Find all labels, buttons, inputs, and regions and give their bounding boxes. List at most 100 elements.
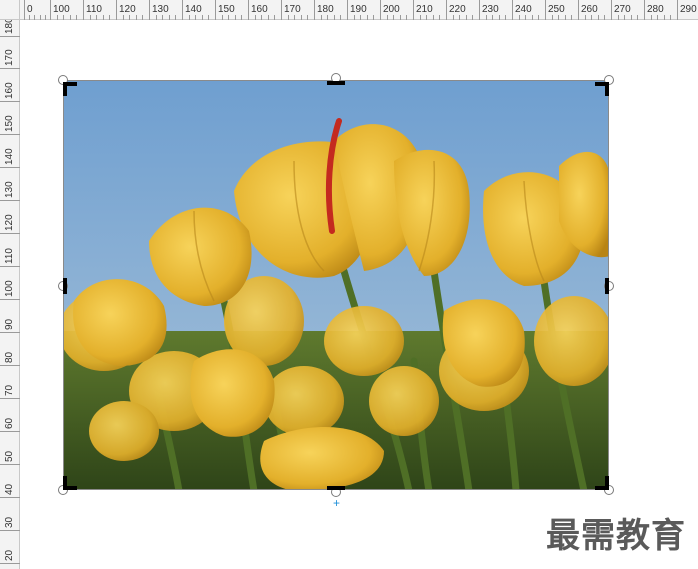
ruler-tick — [116, 0, 117, 20]
ruler-minor-tick — [637, 15, 639, 20]
ruler-minor-tick — [432, 15, 434, 20]
ruler-label: 180 — [317, 4, 334, 15]
ruler-minor-tick — [459, 15, 461, 20]
ruler-tick — [479, 0, 480, 20]
ruler-minor-tick — [340, 15, 342, 20]
ruler-corner — [0, 0, 20, 20]
ruler-minor-tick — [360, 15, 362, 20]
ruler-minor-tick — [373, 15, 375, 20]
move-cross-icon[interactable]: + — [333, 497, 340, 509]
ruler-minor-tick — [56, 15, 58, 20]
ruler-label: 270 — [614, 4, 631, 15]
crop-handle-left[interactable] — [63, 278, 67, 294]
ruler-label: 120 — [119, 4, 136, 15]
ruler-minor-tick — [604, 15, 606, 20]
ruler-minor-tick — [564, 15, 566, 20]
horizontal-ruler[interactable]: 0 100 110 120 130 140 150 160 170 180 190 200 210 220… — [0, 0, 698, 20]
ruler-minor-tick — [96, 15, 98, 20]
ruler-minor-tick — [254, 15, 256, 20]
ruler-tick — [314, 0, 315, 20]
ruler-label: 160 — [4, 82, 15, 99]
ruler-label: 110 — [86, 4, 102, 15]
crop-handle-bottom[interactable] — [327, 486, 345, 490]
ruler-minor-tick — [617, 15, 619, 20]
crop-handle-top-left[interactable] — [63, 82, 77, 96]
ruler-minor-tick — [399, 15, 401, 20]
ruler-minor-tick — [102, 15, 104, 20]
ruler-minor-tick — [195, 15, 197, 20]
ruler-minor-tick — [208, 15, 210, 20]
ruler-label: 240 — [515, 4, 532, 15]
ruler-label: 80 — [4, 351, 15, 363]
ruler-label: 90 — [4, 318, 15, 330]
ruler-label: 40 — [4, 483, 15, 495]
ruler-label: 290 — [680, 4, 697, 15]
ruler-label: 130 — [4, 181, 15, 198]
ruler-tick — [446, 0, 447, 20]
ruler-minor-tick — [267, 15, 269, 20]
ruler-minor-tick — [135, 15, 137, 20]
ruler-label: 200 — [383, 4, 400, 15]
ruler-minor-tick — [300, 15, 302, 20]
ruler-minor-tick — [525, 15, 527, 20]
ruler-minor-tick — [201, 15, 203, 20]
ruler-label: 140 — [185, 4, 202, 15]
ruler-minor-tick — [406, 15, 408, 20]
ruler-minor-tick — [168, 15, 170, 20]
ruler-minor-tick — [650, 15, 652, 20]
ruler-tick — [215, 0, 216, 20]
ruler-minor-tick — [155, 15, 157, 20]
ruler-minor-tick — [320, 15, 322, 20]
ruler-label: 30 — [4, 516, 15, 528]
ruler-minor-tick — [426, 15, 428, 20]
ruler-minor-tick — [228, 15, 230, 20]
ruler-minor-tick — [518, 15, 520, 20]
vertical-ruler[interactable]: 180 170 160 150 140 130 120 110 100 90 80 70 60 50 40 3… — [0, 0, 20, 569]
ruler-tick — [0, 563, 20, 564]
ruler-tick — [611, 0, 612, 20]
ruler-minor-tick — [663, 15, 665, 20]
ruler-tick — [182, 0, 183, 20]
ruler-minor-tick — [89, 15, 91, 20]
ruler-minor-tick — [327, 15, 329, 20]
ruler-tick — [413, 0, 414, 20]
ruler-tick — [512, 0, 513, 20]
ruler-minor-tick — [571, 15, 573, 20]
ruler-minor-tick — [29, 15, 31, 20]
crop-handle-bottom-right[interactable] — [595, 476, 609, 490]
ruler-minor-tick — [122, 15, 124, 20]
watermark-logo: 最需教育 — [546, 516, 686, 556]
ruler-minor-tick — [472, 15, 474, 20]
ruler-minor-tick — [584, 15, 586, 20]
crop-handle-top-right[interactable] — [595, 82, 609, 96]
ruler-tick — [578, 0, 579, 20]
ruler-minor-tick — [162, 15, 164, 20]
ruler-minor-tick — [353, 15, 355, 20]
ruler-label: 220 — [449, 4, 466, 15]
ruler-minor-tick — [670, 15, 672, 20]
ruler-minor-tick — [274, 15, 276, 20]
tulip-picture[interactable] — [63, 80, 609, 490]
crop-handle-top[interactable] — [327, 81, 345, 85]
ruler-tick — [347, 0, 348, 20]
ruler-tick — [149, 0, 150, 20]
ruler-minor-tick — [221, 15, 223, 20]
ruler-label: 50 — [4, 450, 15, 462]
ruler-minor-tick — [76, 15, 78, 20]
ruler-minor-tick — [591, 15, 593, 20]
ruler-minor-tick — [538, 15, 540, 20]
ruler-tick — [644, 0, 645, 20]
ruler-label: 110 — [4, 248, 15, 264]
ruler-minor-tick — [485, 15, 487, 20]
ruler-label: 100 — [53, 4, 70, 15]
ruler-label: 260 — [581, 4, 598, 15]
crop-handle-right[interactable] — [605, 278, 609, 294]
ruler-minor-tick — [129, 15, 131, 20]
ruler-tick — [24, 0, 25, 20]
ruler-minor-tick — [366, 15, 368, 20]
ruler-minor-tick — [597, 15, 599, 20]
ruler-minor-tick — [175, 15, 177, 20]
ruler-minor-tick — [452, 15, 454, 20]
ruler-minor-tick — [505, 15, 507, 20]
crop-handle-bottom-left[interactable] — [63, 476, 77, 490]
